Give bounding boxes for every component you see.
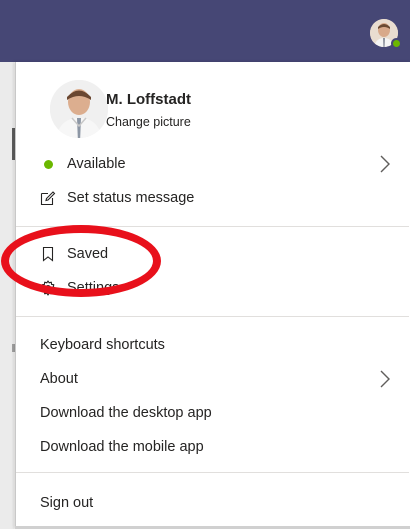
download-desktop-app-menu-item[interactable]: Download the desktop app bbox=[16, 396, 409, 430]
saved-menu-item[interactable]: Saved bbox=[16, 237, 409, 271]
availability-status-label: Available bbox=[67, 156, 126, 172]
saved-label: Saved bbox=[67, 246, 109, 262]
change-picture-link[interactable]: Change picture bbox=[106, 115, 191, 129]
sign-out-label: Sign out bbox=[40, 495, 94, 511]
chevron-right-icon bbox=[380, 370, 390, 388]
profile-photo[interactable] bbox=[50, 80, 108, 138]
availability-status-row[interactable]: Available bbox=[16, 147, 409, 181]
profile-photo-image bbox=[50, 80, 108, 138]
settings-menu-item[interactable]: Settings bbox=[16, 271, 409, 305]
profile-menu-panel: M. Loffstadt Change picture Available Se… bbox=[15, 62, 410, 529]
chevron-right-icon bbox=[380, 155, 390, 173]
keyboard-shortcuts-label: Keyboard shortcuts bbox=[40, 337, 165, 353]
profile-name: M. Loffstadt bbox=[106, 91, 191, 108]
set-status-message-label: Set status message bbox=[67, 190, 195, 206]
about-menu-item[interactable]: About bbox=[16, 362, 409, 396]
download-desktop-app-label: Download the desktop app bbox=[40, 405, 212, 421]
bookmark-icon bbox=[42, 246, 54, 262]
presence-available-icon bbox=[44, 160, 53, 169]
menu-divider bbox=[16, 316, 409, 317]
gear-icon bbox=[40, 280, 56, 296]
presence-badge-icon bbox=[391, 38, 402, 49]
app-header-bar bbox=[0, 0, 410, 62]
set-status-message-row[interactable]: Set status message bbox=[16, 181, 409, 215]
edit-status-icon bbox=[40, 191, 56, 206]
about-label: About bbox=[40, 371, 78, 387]
sign-out-menu-item[interactable]: Sign out bbox=[16, 486, 409, 520]
menu-divider bbox=[16, 472, 409, 473]
download-mobile-app-menu-item[interactable]: Download the mobile app bbox=[16, 430, 409, 464]
keyboard-shortcuts-menu-item[interactable]: Keyboard shortcuts bbox=[16, 328, 409, 362]
menu-divider bbox=[16, 226, 409, 227]
download-mobile-app-label: Download the mobile app bbox=[40, 439, 204, 455]
settings-label: Settings bbox=[67, 280, 120, 296]
